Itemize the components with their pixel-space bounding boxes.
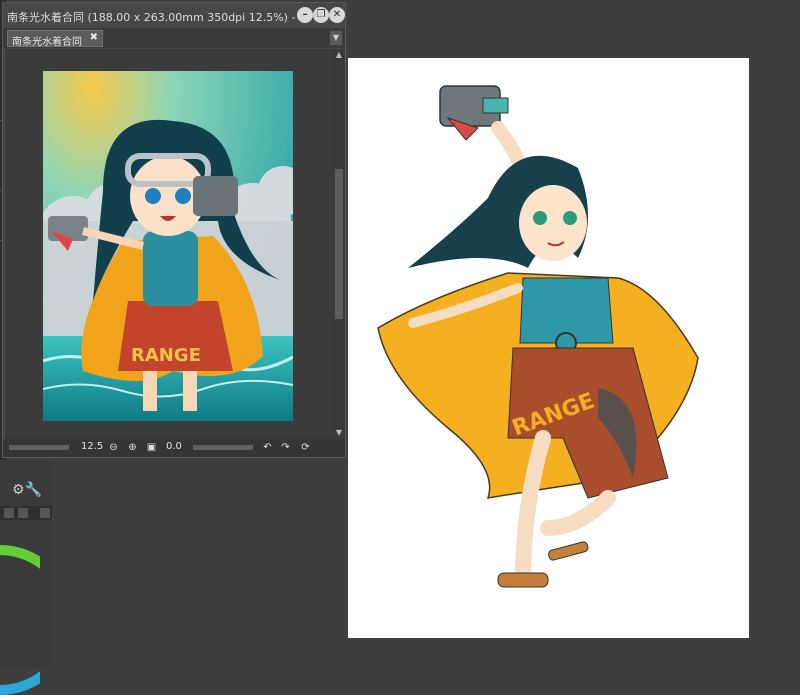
reset-rotation-icon[interactable]: ⟳ — [299, 441, 312, 454]
minimize-icon: – — [302, 9, 308, 20]
window-titlebar[interactable]: 南条光水着合同 (188.00 x 263.00mm 350dpi 12.5%)… — [3, 3, 345, 28]
panel-button[interactable] — [4, 508, 14, 518]
scroll-down-icon[interactable]: ▼ — [333, 427, 345, 439]
rotation-value[interactable]: 0.0 — [166, 441, 182, 452]
tab-bar: 南条光水着合同 ✖ ▼ — [3, 28, 345, 48]
rotate-right-icon[interactable]: ↷ — [279, 441, 292, 454]
restore-icon: ❐ — [316, 9, 326, 20]
tab-document[interactable]: 南条光水着合同 ✖ — [7, 30, 103, 48]
rotation-slider[interactable] — [193, 445, 253, 450]
zoom-value[interactable]: 12.5 — [81, 441, 103, 452]
minimize-button[interactable]: – — [297, 7, 313, 23]
color-wheel[interactable] — [0, 545, 40, 695]
zoom-in-icon[interactable]: ⊕ — [126, 441, 139, 454]
close-icon: ✕ — [332, 9, 342, 20]
navigator-statusbar: 12.5 ⊖ ⊕ ▣ 0.0 ↶ ↷ ⟳ — [3, 439, 345, 457]
illustration-thumbnail[interactable]: RANGE — [43, 71, 293, 421]
canvas-illustration[interactable]: RANGE — [348, 58, 749, 638]
navigator-view[interactable]: RANGE — [5, 49, 333, 439]
svg-text:RANGE: RANGE — [131, 345, 201, 366]
window-title-text: 南条光水着合同 (188.00 x 263.00mm 350dpi 12.5%) — [7, 11, 288, 24]
restore-button[interactable]: ❐ — [313, 7, 329, 23]
panel-button[interactable] — [18, 508, 28, 518]
zoom-slider[interactable] — [9, 445, 69, 450]
zoom-out-icon[interactable]: ⊖ — [107, 441, 120, 454]
tab-close-icon[interactable]: ✖ — [90, 32, 98, 43]
panel-menu-button[interactable] — [40, 508, 50, 518]
main-canvas[interactable]: RANGE — [348, 58, 749, 638]
tab-label: 南条光水着合同 — [12, 37, 82, 48]
close-button[interactable]: ✕ — [329, 7, 345, 23]
fit-window-icon[interactable]: ▣ — [145, 441, 158, 454]
settings-icon[interactable]: ⚙🔧 — [12, 482, 42, 498]
navigator-window: 南条光水着合同 (188.00 x 263.00mm 350dpi 12.5%)… — [2, 2, 346, 458]
rotate-left-icon[interactable]: ↶ — [261, 441, 274, 454]
tab-menu-button[interactable]: ▼ — [330, 31, 342, 45]
vertical-scrollbar[interactable]: ▲ ▼ — [333, 49, 345, 439]
scroll-up-icon[interactable]: ▲ — [333, 49, 345, 61]
scrollbar-thumb[interactable] — [335, 169, 343, 319]
window-title: 南条光水着合同 (188.00 x 263.00mm 350dpi 12.5%)… — [7, 9, 303, 25]
